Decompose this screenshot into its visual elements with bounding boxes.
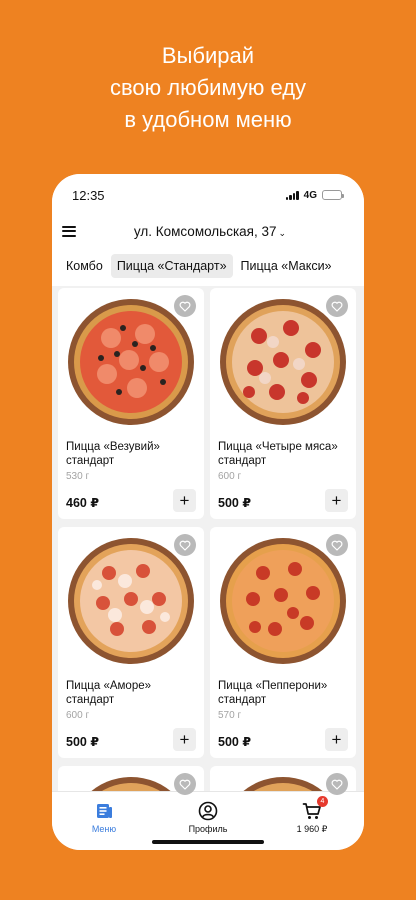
plus-icon: +	[179, 730, 190, 749]
product-grid: Пицца «Везувий» стандарт 530 г 460 ₽ + П…	[58, 288, 358, 796]
home-indicator	[152, 840, 264, 844]
promo-line-1: Выбирай	[161, 43, 255, 68]
plus-icon: +	[331, 491, 342, 510]
add-to-cart-button[interactable]: +	[325, 728, 348, 751]
app-header: ул. Комсомольская, 37 ⌄	[52, 216, 364, 246]
status-time: 12:35	[72, 187, 105, 203]
product-weight: 530 г	[66, 471, 90, 482]
address-text: ул. Комсомольская, 37	[133, 223, 277, 239]
product-price: 500 ₽	[218, 735, 252, 749]
product-name: Пицца «Аморе» стандарт	[66, 680, 152, 706]
product-price: 500 ₽	[218, 496, 252, 510]
nav-menu[interactable]: Меню	[59, 801, 149, 850]
promo-line-2: свою любимую еду	[109, 75, 307, 100]
add-to-cart-button[interactable]: +	[173, 728, 196, 751]
pizza-image	[219, 537, 347, 665]
product-price: 460 ₽	[66, 496, 100, 510]
battery-icon	[322, 190, 344, 200]
plus-icon: +	[179, 491, 190, 510]
cart-count-badge: 4	[317, 796, 328, 807]
promo-line-3: в удобном меню	[124, 107, 292, 132]
add-to-cart-button[interactable]: +	[173, 489, 196, 512]
nav-profile-label: Профиль	[188, 824, 228, 834]
heart-icon[interactable]	[326, 295, 348, 317]
add-to-cart-button[interactable]: +	[325, 489, 348, 512]
heart-icon[interactable]	[174, 295, 196, 317]
product-price: 500 ₽	[66, 735, 100, 749]
pizza-image	[67, 298, 195, 426]
category-tabs: Комбо Пицца «Стандарт» Пицца «Макси»	[52, 246, 364, 286]
tab-pizza-maxi[interactable]: Пицца «Макси»	[235, 254, 338, 278]
product-name: Пицца «Везувий» стандарт	[66, 441, 160, 467]
nav-menu-label: Меню	[91, 824, 117, 834]
phone-screen: 12:35 4G ул. Комсомольская, 37 ⌄ Комбо Пи…	[52, 174, 364, 850]
profile-icon	[198, 801, 218, 821]
product-card[interactable]: Пицца «Аморе» стандарт 600 г 500 ₽ +	[58, 527, 204, 758]
heart-icon[interactable]	[326, 773, 348, 795]
tab-pizza-standard[interactable]: Пицца «Стандарт»	[110, 254, 233, 278]
product-card[interactable]: Пицца «Пепперони» стандарт 570 г 500 ₽ +	[210, 527, 356, 758]
heart-icon[interactable]	[174, 534, 196, 556]
nav-cart[interactable]: 4 1 960 ₽	[267, 796, 357, 850]
product-weight: 570 г	[218, 710, 242, 721]
hamburger-icon[interactable]	[62, 225, 76, 237]
menu-list-icon	[94, 801, 114, 821]
product-weight: 600 г	[66, 710, 90, 721]
status-bar: 12:35 4G	[52, 174, 364, 216]
heart-icon[interactable]	[326, 534, 348, 556]
product-card[interactable]: Пицца «Везувий» стандарт 530 г 460 ₽ +	[58, 288, 204, 519]
promo-text: Выбирай свою любимую еду в удобном меню	[0, 40, 416, 136]
chevron-down-icon: ⌄	[278, 227, 287, 238]
tab-combo[interactable]: Комбо	[60, 254, 109, 278]
pizza-image	[67, 537, 195, 665]
heart-icon[interactable]	[174, 773, 196, 795]
network-type: 4G	[303, 189, 317, 201]
product-weight: 600 г	[218, 471, 242, 482]
product-name: Пицца «Пепперони» стандарт	[218, 680, 328, 706]
product-card[interactable]: Пицца «Четыре мяса» стандарт 600 г 500 ₽…	[210, 288, 356, 519]
signal-icon	[285, 190, 299, 200]
address-selector[interactable]: ул. Комсомольская, 37 ⌄	[76, 224, 344, 239]
pizza-image	[219, 298, 347, 426]
plus-icon: +	[331, 730, 342, 749]
product-name: Пицца «Четыре мяса» стандарт	[218, 441, 338, 467]
cart-icon: 4	[302, 796, 328, 821]
nav-cart-total: 1 960 ₽	[296, 824, 328, 834]
